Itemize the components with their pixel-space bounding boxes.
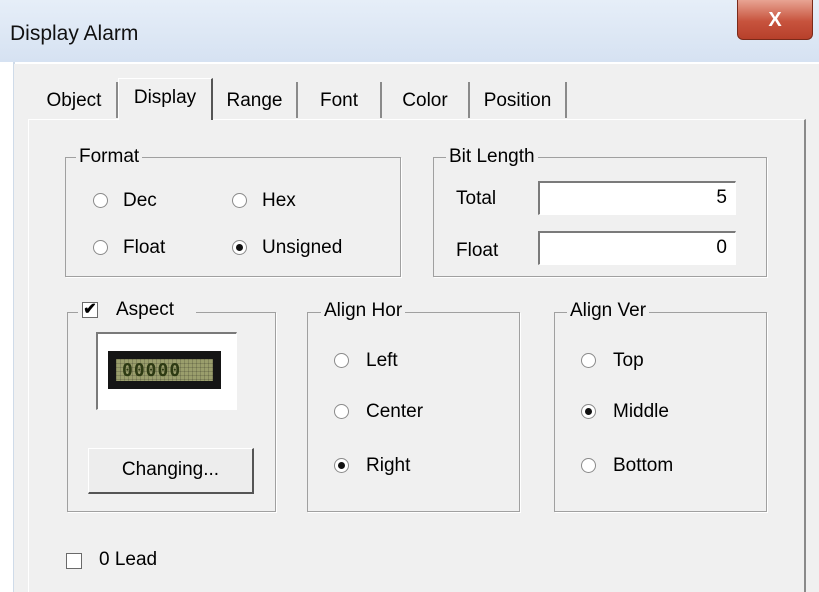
tab-object[interactable]: Object: [32, 82, 118, 118]
window-title: Display Alarm: [10, 22, 139, 45]
format-hex-label: Hex: [262, 190, 296, 211]
align-top-label: Top: [613, 350, 644, 371]
changing-button-label: Changing...: [121, 459, 220, 480]
tab-label: Color: [402, 90, 448, 111]
align-right-label: Right: [366, 455, 411, 476]
float-length-field[interactable]: 0: [538, 231, 736, 265]
align-middle-radio[interactable]: [581, 404, 596, 419]
format-dec-label: Dec: [123, 190, 157, 211]
format-unsigned-radio[interactable]: [232, 240, 247, 255]
title-bar: Display Alarm X: [0, 0, 819, 62]
tab-display[interactable]: Display: [118, 78, 213, 120]
format-legend: Format: [76, 146, 143, 168]
numeric-display-preview: 00000: [108, 351, 221, 389]
align-ver-legend: Align Ver: [567, 300, 650, 322]
close-icon: X: [768, 9, 782, 31]
tab-font[interactable]: Font: [298, 82, 382, 118]
tab-label: Position: [483, 90, 552, 111]
aspect-legend: ✔ Aspect: [78, 299, 196, 325]
tab-label: Display: [133, 87, 197, 108]
align-bottom-radio[interactable]: [581, 458, 596, 473]
tab-color[interactable]: Color: [382, 82, 470, 118]
align-center-label: Center: [366, 401, 424, 422]
align-hor-legend: Align Hor: [321, 300, 406, 322]
tab-label: Font: [319, 90, 359, 111]
align-top-radio[interactable]: [581, 353, 596, 368]
format-float-label: Float: [123, 237, 166, 258]
aspect-checkbox[interactable]: ✔: [82, 302, 98, 318]
zero-lead-label: 0 Lead: [99, 549, 158, 570]
format-dec-radio[interactable]: [93, 193, 108, 208]
aspect-preview: 00000: [96, 332, 237, 410]
align-bottom-label: Bottom: [613, 455, 674, 476]
format-float-radio[interactable]: [93, 240, 108, 255]
tab-label: Object: [46, 90, 102, 111]
align-left-label: Left: [366, 350, 398, 371]
format-unsigned-label: Unsigned: [262, 237, 343, 258]
align-left-radio[interactable]: [334, 353, 349, 368]
total-label: Total: [456, 188, 497, 209]
float-length-label: Float: [456, 240, 499, 261]
zero-lead-checkbox[interactable]: [66, 553, 82, 569]
format-hex-radio[interactable]: [232, 193, 247, 208]
preview-digits: 00000: [122, 360, 182, 381]
align-middle-label: Middle: [613, 401, 669, 422]
align-right-radio[interactable]: [334, 458, 349, 473]
close-button[interactable]: X: [737, 0, 813, 40]
changing-button[interactable]: Changing...: [88, 448, 254, 494]
bit-length-legend: Bit Length: [446, 146, 538, 168]
align-center-radio[interactable]: [334, 404, 349, 419]
format-group: [65, 157, 401, 277]
total-field[interactable]: 5: [538, 181, 736, 215]
tab-position[interactable]: Position: [470, 82, 567, 118]
aspect-label: Aspect: [116, 299, 175, 320]
tab-label: Range: [226, 90, 283, 111]
tab-range[interactable]: Range: [213, 82, 298, 118]
